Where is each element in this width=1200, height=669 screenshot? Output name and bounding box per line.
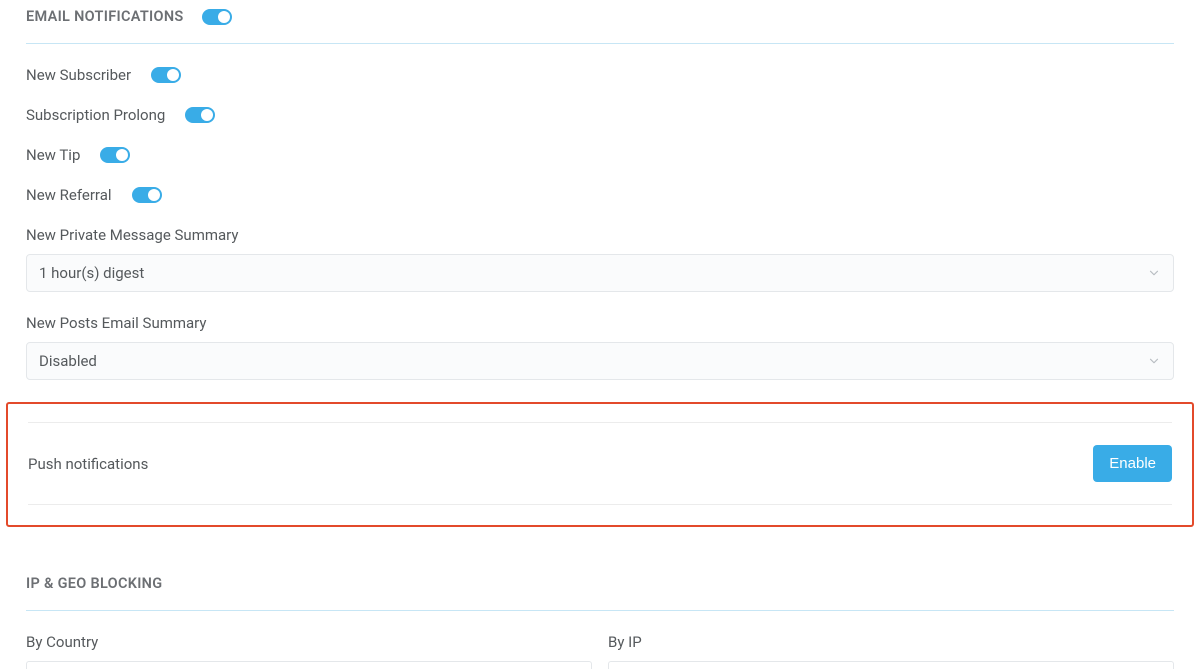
posts-email-summary-label: New Posts Email Summary	[26, 314, 1174, 332]
new-subscriber-row: New Subscriber	[26, 66, 1174, 84]
by-country-input[interactable]	[26, 661, 592, 669]
private-message-summary-label: New Private Message Summary	[26, 226, 1174, 244]
private-message-summary-block: New Private Message Summary 1 hour(s) di…	[26, 226, 1174, 292]
by-ip-column: By IP	[608, 633, 1174, 669]
new-tip-label: New Tip	[26, 146, 80, 164]
enable-push-button[interactable]: Enable	[1093, 445, 1172, 482]
new-referral-label: New Referral	[26, 186, 112, 204]
new-subscriber-label: New Subscriber	[26, 66, 131, 84]
by-ip-label: By IP	[608, 633, 1174, 651]
by-country-label: By Country	[26, 633, 592, 651]
email-notifications-heading: EMAIL NOTIFICATIONS	[26, 8, 1174, 44]
divider	[28, 504, 1172, 505]
by-country-column: By Country	[26, 633, 592, 669]
new-subscriber-toggle[interactable]	[151, 67, 181, 83]
posts-email-summary-block: New Posts Email Summary Disabled	[26, 314, 1174, 380]
new-tip-row: New Tip	[26, 146, 1174, 164]
geo-blocking-columns: By Country By IP	[26, 633, 1174, 669]
push-notifications-label: Push notifications	[28, 455, 148, 473]
new-referral-toggle[interactable]	[132, 187, 162, 203]
posts-email-summary-value: Disabled	[39, 352, 97, 370]
email-notifications-title: EMAIL NOTIFICATIONS	[26, 8, 184, 25]
push-notifications-highlight: Push notifications Enable	[6, 402, 1194, 527]
chevron-down-icon	[1147, 354, 1161, 368]
divider	[28, 422, 1172, 423]
posts-email-summary-select[interactable]: Disabled	[26, 342, 1174, 380]
subscription-prolong-label: Subscription Prolong	[26, 106, 165, 124]
by-ip-input[interactable]	[608, 661, 1174, 669]
private-message-summary-value: 1 hour(s) digest	[39, 264, 144, 282]
push-notifications-row: Push notifications Enable	[28, 445, 1172, 482]
email-notifications-master-toggle[interactable]	[202, 9, 232, 25]
subscription-prolong-toggle[interactable]	[185, 107, 215, 123]
new-referral-row: New Referral	[26, 186, 1174, 204]
subscription-prolong-row: Subscription Prolong	[26, 106, 1174, 124]
ip-geo-blocking-title: IP & GEO BLOCKING	[26, 575, 1174, 611]
new-tip-toggle[interactable]	[100, 147, 130, 163]
chevron-down-icon	[1147, 266, 1161, 280]
private-message-summary-select[interactable]: 1 hour(s) digest	[26, 254, 1174, 292]
